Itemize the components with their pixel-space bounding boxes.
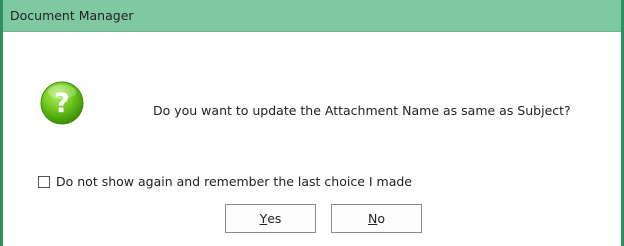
title-bar[interactable]: Document Manager bbox=[3, 0, 621, 32]
yes-button-mnemonic: Y bbox=[259, 211, 268, 226]
remember-choice-row[interactable]: Do not show again and remember the last … bbox=[38, 174, 412, 189]
no-button-label-rest: o bbox=[377, 211, 385, 226]
svg-text:?: ? bbox=[54, 88, 70, 119]
dialog-message: Do you want to update the Attachment Nam… bbox=[153, 103, 571, 118]
yes-button-label-rest: es bbox=[267, 211, 282, 226]
window-title: Document Manager bbox=[10, 8, 134, 23]
yes-button[interactable]: Yes bbox=[225, 204, 316, 233]
dialog-window: Document Manager ? Do you want to update… bbox=[0, 0, 624, 246]
no-button[interactable]: No bbox=[331, 204, 422, 233]
remember-choice-checkbox[interactable] bbox=[38, 175, 50, 188]
remember-choice-label[interactable]: Do not show again and remember the last … bbox=[56, 174, 412, 189]
question-icon: ? bbox=[40, 81, 84, 125]
no-button-mnemonic: N bbox=[367, 211, 378, 226]
